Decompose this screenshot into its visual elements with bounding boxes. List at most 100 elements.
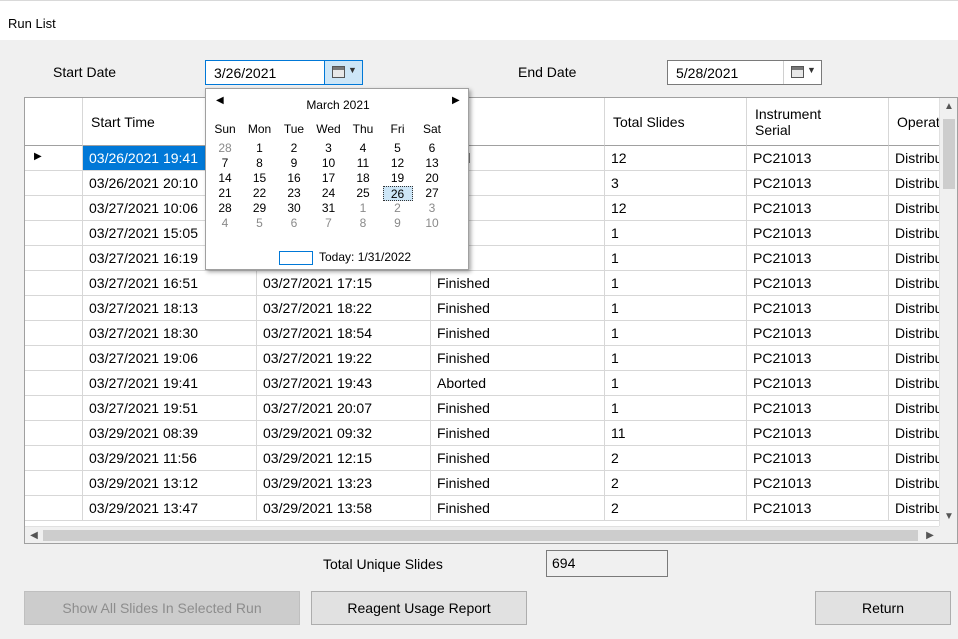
calendar-day[interactable]: 23 — [279, 186, 309, 201]
calendar-month-title[interactable]: March 2021 — [206, 98, 470, 112]
calendar-day[interactable]: 15 — [245, 171, 275, 186]
table-cell[interactable]: PC21013 — [747, 421, 889, 446]
table-row[interactable]: 03/27/2021 16:51 03/27/2021 17:15 Finished… — [25, 271, 957, 296]
start-date-dropdown-button[interactable]: ▼ — [324, 61, 362, 84]
calendar-day[interactable]: 5 — [383, 141, 413, 156]
row-header-cell[interactable] — [25, 346, 83, 371]
table-cell[interactable]: Finished — [431, 271, 605, 296]
column-header-total-slides[interactable]: Total Slides — [605, 98, 747, 146]
row-header-cell[interactable] — [25, 296, 83, 321]
reagent-usage-report-button[interactable]: Reagent Usage Report — [311, 591, 527, 625]
table-row[interactable]: 03/27/2021 18:30 03/27/2021 18:54 Finished… — [25, 321, 957, 346]
table-cell[interactable]: Finished — [431, 496, 605, 521]
table-cell[interactable]: 03/27/2021 19:22 — [257, 346, 431, 371]
calendar-day[interactable]: 14 — [210, 171, 240, 186]
row-header-cell[interactable] — [25, 371, 83, 396]
calendar-day[interactable]: 10 — [417, 216, 447, 231]
table-cell[interactable]: 2 — [605, 446, 747, 471]
table-cell[interactable]: 1 — [605, 296, 747, 321]
calendar-day[interactable]: 13 — [417, 156, 447, 171]
calendar-day[interactable]: 16 — [279, 171, 309, 186]
table-cell[interactable]: 03/27/2021 18:30 — [83, 321, 257, 346]
table-row[interactable]: 03/27/2021 16:19shed1PC21013Distribut — [25, 246, 957, 271]
calendar-day[interactable]: 17 — [314, 171, 344, 186]
table-cell[interactable]: 1 — [605, 371, 747, 396]
table-cell[interactable]: Finished — [431, 471, 605, 496]
scroll-left-icon[interactable]: ◀ — [25, 527, 43, 543]
calendar-day[interactable]: 6 — [417, 141, 447, 156]
calendar-day[interactable]: 26 — [382, 186, 413, 201]
calendar-day[interactable]: 5 — [245, 216, 275, 231]
table-cell[interactable]: 03/27/2021 16:51 — [83, 271, 257, 296]
run-list-grid[interactable]: Start TimetusTotal SlidesInstrument Seri… — [24, 97, 958, 544]
table-cell[interactable]: 1 — [605, 271, 747, 296]
table-row[interactable]: 03/29/2021 13:12 03/29/2021 13:23 Finished… — [25, 471, 957, 496]
horizontal-scrollbar[interactable]: ◀ ▶ — [25, 526, 939, 543]
table-row[interactable]: 03/27/2021 15:05shed1PC21013Distribut — [25, 221, 957, 246]
calendar-day[interactable]: 22 — [245, 186, 275, 201]
table-cell[interactable]: 03/29/2021 09:32 — [257, 421, 431, 446]
table-cell[interactable]: PC21013 — [747, 396, 889, 421]
table-cell[interactable]: Aborted — [431, 371, 605, 396]
calendar-day[interactable]: 7 — [314, 216, 344, 231]
table-cell[interactable]: 03/27/2021 18:22 — [257, 296, 431, 321]
calendar-day[interactable]: 28 — [210, 201, 240, 216]
calendar-day[interactable]: 29 — [245, 201, 275, 216]
table-cell[interactable]: 1 — [605, 396, 747, 421]
table-row[interactable]: 03/26/2021 20:10rted3PC21013Distribut — [25, 171, 957, 196]
table-cell[interactable]: 03/29/2021 13:47 — [83, 496, 257, 521]
table-cell[interactable]: 1 — [605, 246, 747, 271]
calendar-day[interactable]: 25 — [348, 186, 378, 201]
row-header-cell[interactable] — [25, 171, 83, 196]
calendar-day[interactable]: 9 — [279, 156, 309, 171]
column-header-instrument-serial[interactable]: Instrument Serial — [747, 98, 889, 146]
table-cell[interactable]: Finished — [431, 346, 605, 371]
table-cell[interactable]: PC21013 — [747, 496, 889, 521]
table-cell[interactable]: PC21013 — [747, 296, 889, 321]
vertical-scroll-thumb[interactable] — [943, 119, 955, 189]
table-cell[interactable]: PC21013 — [747, 221, 889, 246]
table-row[interactable]: 03/27/2021 19:41 03/27/2021 19:43 Aborted 1… — [25, 371, 957, 396]
table-cell[interactable]: 1 — [605, 346, 747, 371]
calendar-day[interactable]: 8 — [245, 156, 275, 171]
table-cell[interactable]: 03/29/2021 08:39 — [83, 421, 257, 446]
table-cell[interactable]: 03/27/2021 18:54 — [257, 321, 431, 346]
calendar-day[interactable]: 3 — [417, 201, 447, 216]
table-cell[interactable]: 1 — [605, 221, 747, 246]
start-date-picker[interactable]: 3/26/2021 ▼ — [205, 60, 363, 85]
table-cell[interactable]: PC21013 — [747, 171, 889, 196]
scroll-up-icon[interactable]: ▲ — [940, 98, 957, 116]
table-cell[interactable]: 2 — [605, 471, 747, 496]
horizontal-scroll-thumb[interactable] — [43, 530, 918, 541]
row-header-cell[interactable] — [25, 271, 83, 296]
calendar-day[interactable]: 21 — [210, 186, 240, 201]
table-row[interactable]: 03/29/2021 08:39 03/29/2021 09:32 Finished… — [25, 421, 957, 446]
table-cell[interactable]: 2 — [605, 496, 747, 521]
table-row[interactable]: ▶03/26/2021 19:41ished12PC21013Distribut — [25, 146, 957, 171]
calendar-day[interactable]: 18 — [348, 171, 378, 186]
row-header-cell[interactable] — [25, 446, 83, 471]
table-cell[interactable]: 1 — [605, 321, 747, 346]
row-header-cell[interactable] — [25, 421, 83, 446]
table-cell[interactable]: 03/27/2021 19:41 — [83, 371, 257, 396]
row-header-cell[interactable] — [25, 321, 83, 346]
calendar-day[interactable]: 19 — [383, 171, 413, 186]
table-cell[interactable]: 03/29/2021 13:23 — [257, 471, 431, 496]
table-row[interactable]: 03/29/2021 11:56 03/29/2021 12:15 Finished… — [25, 446, 957, 471]
calendar-day[interactable]: 1 — [348, 201, 378, 216]
table-cell[interactable]: PC21013 — [747, 246, 889, 271]
table-row[interactable]: 03/29/2021 13:47 03/29/2021 13:58 Finished… — [25, 496, 957, 521]
calendar-day[interactable]: 2 — [383, 201, 413, 216]
calendar-day[interactable]: 9 — [383, 216, 413, 231]
calendar-day[interactable]: 30 — [279, 201, 309, 216]
table-cell[interactable]: Finished — [431, 296, 605, 321]
table-cell[interactable]: 12 — [605, 196, 747, 221]
table-cell[interactable]: PC21013 — [747, 321, 889, 346]
calendar-day[interactable]: 28 — [210, 141, 240, 156]
calendar-day[interactable]: 8 — [348, 216, 378, 231]
table-cell[interactable]: 12 — [605, 146, 747, 171]
scroll-down-icon[interactable]: ▼ — [940, 508, 957, 526]
table-cell[interactable]: 03/27/2021 20:07 — [257, 396, 431, 421]
table-cell[interactable]: 03/29/2021 13:12 — [83, 471, 257, 496]
table-cell[interactable]: 03/29/2021 12:15 — [257, 446, 431, 471]
